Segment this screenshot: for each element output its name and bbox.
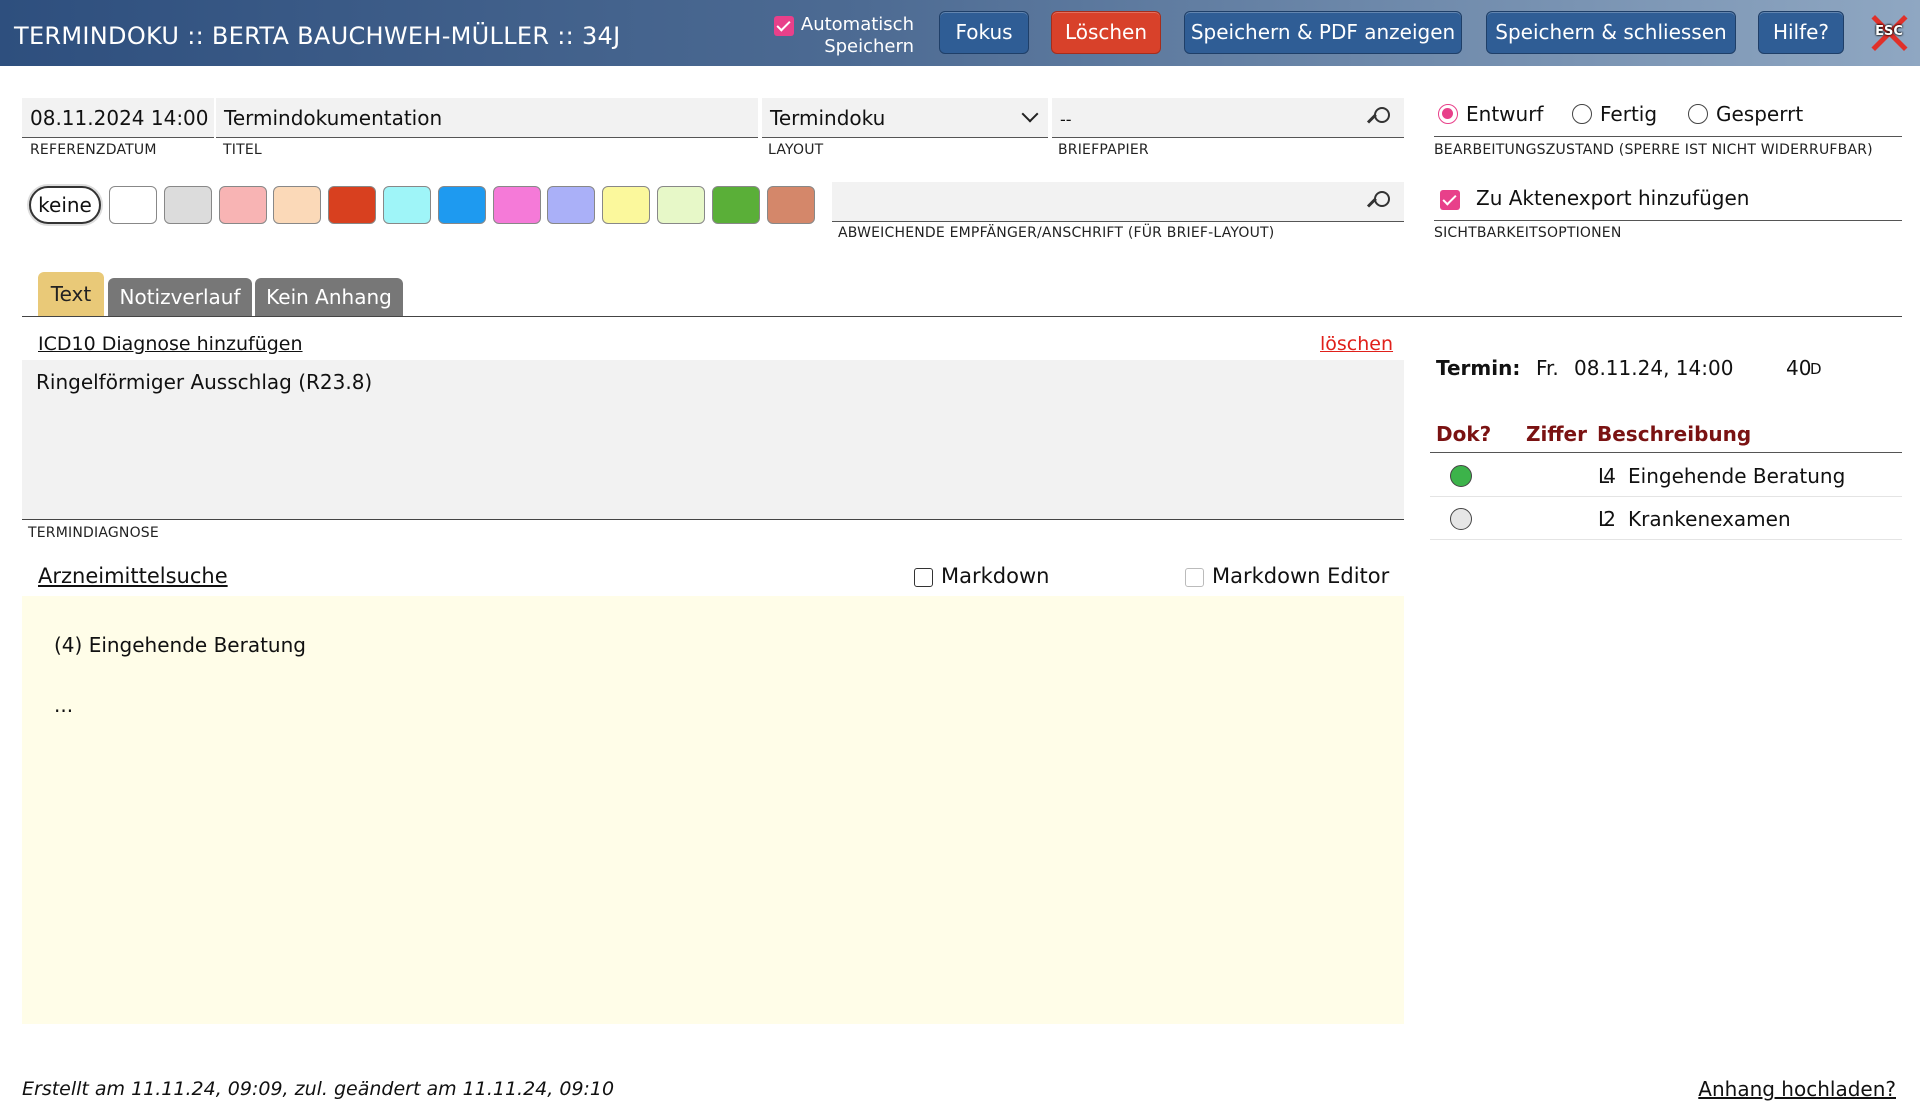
color-swatch[interactable] [163, 186, 212, 224]
tab-kein-anhang[interactable]: Kein Anhang [255, 278, 403, 316]
empfaenger-label: ABWEICHENDE EMPFÄNGER/ANSCHRIFT (FÜR BRI… [838, 225, 1275, 241]
color-swatch[interactable] [437, 186, 486, 224]
markdown-checkbox[interactable] [914, 568, 933, 587]
status-option-label: Fertig [1600, 102, 1658, 126]
referenzdatum-label: REFERENZDATUM [30, 142, 157, 158]
fokus-button[interactable]: Fokus [939, 11, 1029, 54]
autosave-label-line1: Automatisch [800, 14, 914, 35]
radio-dot [1688, 104, 1708, 124]
header-bar: TERMINDOKU :: BERTA BAUCHWEH-MÜLLER :: 3… [0, 0, 1920, 66]
search-icon[interactable] [1366, 105, 1392, 131]
markdown-editor-checkbox[interactable] [1185, 568, 1204, 587]
esc-label: ESC [1875, 24, 1903, 39]
status-divider [1434, 136, 1902, 137]
aktenexport-checkbox[interactable] [1440, 190, 1460, 210]
note-line: (4) Eingehende Beratung [54, 633, 306, 657]
tab-divider [22, 316, 1902, 317]
layout-label: LAYOUT [768, 142, 824, 158]
note-editor[interactable]: (4) Eingehende Beratung ... [22, 596, 1404, 1024]
tab-text[interactable]: Text [38, 272, 104, 316]
help-button[interactable]: Hilfe? [1758, 11, 1844, 54]
titel-label: TITEL [223, 142, 262, 158]
table-row[interactable]: 4 L Eingehende Beratung [1430, 455, 1902, 497]
search-icon[interactable] [1366, 189, 1392, 215]
table-header-divider [1430, 452, 1902, 453]
delete-button[interactable]: Löschen [1051, 11, 1161, 54]
color-swatch[interactable] [218, 186, 267, 224]
diagnosis-label: TERMINDIAGNOSE [28, 525, 159, 541]
row-type: L [1598, 507, 1610, 531]
note-line: ... [54, 693, 74, 717]
color-swatch[interactable] [766, 186, 815, 224]
color-swatch[interactable] [383, 186, 431, 224]
markdown-editor-label: Markdown Editor [1212, 564, 1390, 588]
status-label: BEARBEITUNGSZUSTAND (SPERRE IST NICHT WI… [1434, 142, 1873, 158]
termin-label: Termin: [1436, 356, 1521, 380]
sichtbarkeit-label: SICHTBARKEITSOPTIONEN [1434, 225, 1622, 241]
aktenexport-label: Zu Aktenexport hinzufügen [1476, 186, 1750, 210]
termin-day: Fr. [1536, 356, 1559, 380]
diagnosis-textarea[interactable]: Ringelförmiger Ausschlag (R23.8) [22, 360, 1404, 520]
chevron-down-icon [1021, 105, 1039, 123]
termin-duration-unit: D [1810, 360, 1822, 378]
color-swatch[interactable] [657, 186, 705, 224]
titel-input[interactable]: Termindokumentation [216, 98, 758, 138]
empfaenger-input[interactable] [832, 182, 1404, 222]
briefpapier-value: -- [1060, 110, 1072, 129]
color-swatch[interactable] [328, 186, 377, 224]
color-none-button[interactable]: keine [29, 186, 101, 224]
col-header-dok: Dok? [1436, 422, 1492, 446]
status-radio-gesperrt[interactable]: Gesperrt [1688, 100, 1803, 128]
briefpapier-label: BRIEFPAPIER [1058, 142, 1149, 158]
markdown-label: Markdown [941, 564, 1050, 588]
layout-select[interactable]: Termindoku [762, 98, 1048, 138]
esc-close-button[interactable]: ESC [1868, 12, 1910, 54]
color-swatch[interactable] [602, 186, 651, 224]
layout-select-value: Termindoku [770, 106, 886, 130]
status-option-label: Entwurf [1466, 102, 1544, 126]
sichtbarkeit-divider [1434, 220, 1902, 221]
table-row[interactable]: 2 L Krankenexamen [1430, 498, 1902, 540]
add-icd10-link[interactable]: ICD10 Diagnose hinzufügen [38, 333, 303, 355]
briefpapier-input[interactable]: -- [1052, 98, 1404, 138]
autosave-checkbox[interactable] [774, 16, 794, 36]
autosave-label-line2: Speichern [824, 36, 914, 57]
page-title: TERMINDOKU :: BERTA BAUCHWEH-MÜLLER :: 3… [14, 22, 621, 50]
drug-search-link[interactable]: Arzneimittelsuche [38, 564, 228, 588]
radio-dot [1572, 104, 1592, 124]
col-header-ziffer: Ziffer [1526, 422, 1587, 446]
row-beschreibung: Krankenexamen [1628, 507, 1791, 531]
diagnosis-text: Ringelförmiger Ausschlag (R23.8) [36, 370, 373, 394]
status-option-label: Gesperrt [1716, 102, 1804, 126]
status-dot-icon[interactable] [1450, 465, 1472, 487]
status-radio-fertig[interactable]: Fertig [1572, 100, 1657, 128]
tab-notizverlauf[interactable]: Notizverlauf [108, 278, 252, 316]
color-swatch[interactable] [547, 186, 596, 224]
termin-datetime: 08.11.24, 14:00 [1574, 356, 1734, 380]
color-swatch[interactable] [273, 186, 322, 224]
note-line [54, 660, 1372, 690]
autosave-toggle[interactable]: Automatisch Speichern [774, 14, 914, 58]
status-dot-icon[interactable] [1450, 508, 1472, 530]
save-close-button[interactable]: Speichern & schliessen [1486, 11, 1736, 54]
row-type: L [1598, 464, 1610, 488]
color-swatch[interactable] [109, 186, 157, 224]
radio-dot [1438, 104, 1458, 124]
termin-duration: 40 [1786, 356, 1812, 380]
upload-attachment-link[interactable]: Anhang hochladen? [1698, 1077, 1896, 1101]
col-header-beschreibung: Beschreibung [1597, 422, 1752, 446]
delete-diagnosis-link[interactable]: löschen [1320, 333, 1393, 355]
row-beschreibung: Eingehende Beratung [1628, 464, 1846, 488]
referenzdatum-input[interactable]: 08.11.2024 14:00 [22, 98, 214, 138]
save-pdf-button[interactable]: Speichern & PDF anzeigen [1184, 11, 1462, 54]
status-radio-entwurf[interactable]: Entwurf [1438, 100, 1543, 128]
footer-timestamps: Erstellt am 11.11.24, 09:09, zul. geände… [22, 1078, 615, 1100]
color-swatch[interactable] [492, 186, 541, 224]
color-swatch[interactable] [711, 186, 760, 224]
